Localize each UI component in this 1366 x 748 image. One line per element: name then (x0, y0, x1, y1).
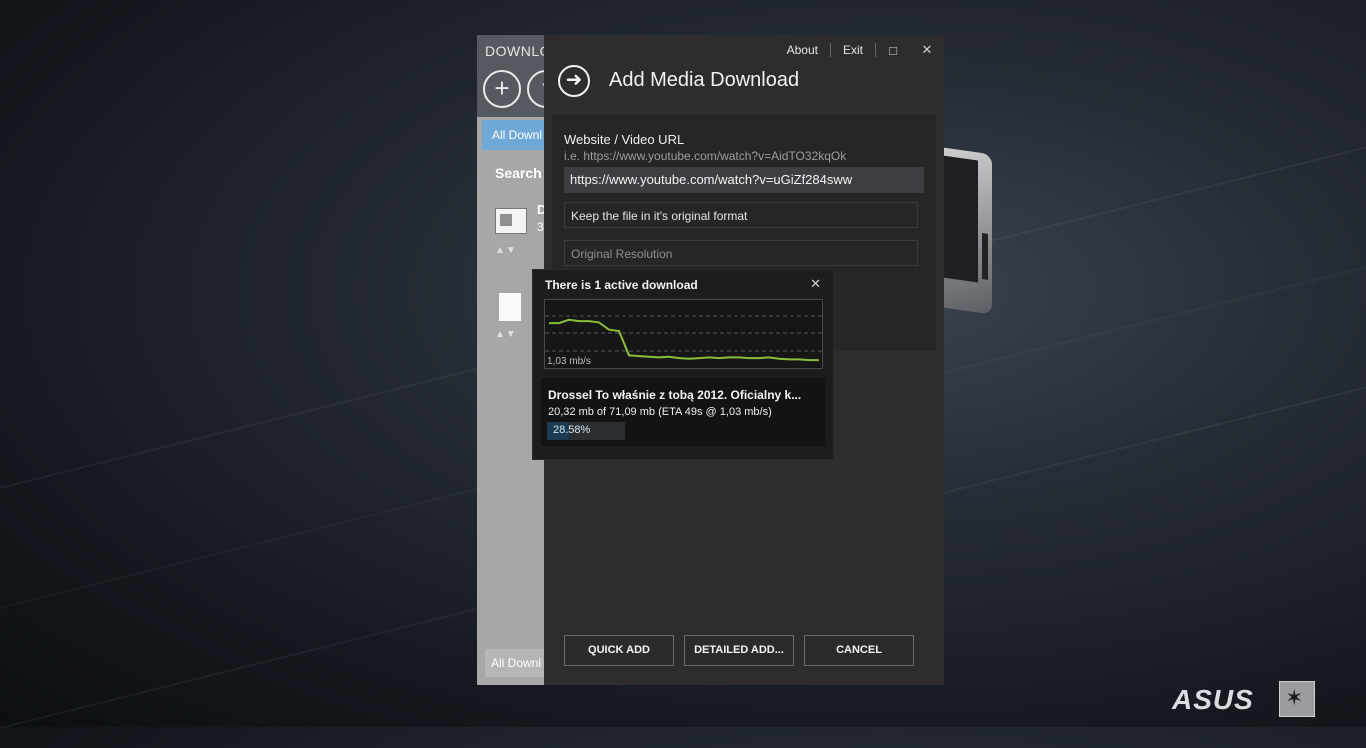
detailed-add-button[interactable]: DETAILED ADD... (684, 635, 794, 666)
download-item[interactable]: Drossel To właśnie z tobą 2012. Oficialn… (541, 378, 825, 446)
format-select[interactable]: Keep the file in it's original format (564, 202, 918, 228)
download-name: Drossel To właśnie z tobą 2012. Oficialn… (548, 388, 802, 402)
speed-label: 1,03 mb/s (547, 356, 591, 367)
sort-arrows-icon[interactable]: ▲▼ (495, 329, 517, 340)
search-label: Search I (495, 165, 550, 181)
speed-graph: 1,03 mb/s (544, 299, 823, 369)
asus-badge-icon (1279, 681, 1315, 717)
cancel-button[interactable]: CANCEL (804, 635, 914, 666)
add-icon[interactable]: + (483, 70, 521, 108)
url-label: Website / Video URL (564, 132, 685, 147)
quick-add-button[interactable]: QUICK ADD (564, 635, 674, 666)
about-link[interactable]: About (775, 43, 831, 57)
file-icon (499, 293, 521, 321)
download-item-sub: 3 (537, 220, 544, 234)
speed-line (549, 318, 819, 362)
asus-logo: ASUS (1172, 684, 1254, 715)
url-hint: i.e. https://www.youtube.com/watch?v=Aid… (564, 149, 847, 163)
app-brand: DOWNLO (485, 43, 551, 59)
resolution-select[interactable]: Original Resolution (564, 240, 918, 266)
maximize-icon[interactable]: □ (876, 43, 910, 58)
progress-bar: 28.58% (547, 422, 625, 440)
close-icon[interactable]: ✕ (910, 42, 944, 58)
exit-link[interactable]: Exit (831, 43, 876, 57)
download-size: 20,32 mb of 71,09 mb (ETA 49s @ 1,03 mb/… (548, 406, 772, 418)
active-download-popup: There is 1 active download ✕ 1,03 mb/s D… (533, 270, 833, 459)
url-input[interactable]: https://www.youtube.com/watch?v=uGiZf284… (564, 167, 924, 193)
sort-arrows-icon[interactable]: ▲▼ (495, 245, 517, 256)
progress-text: 28.58% (553, 424, 591, 436)
popup-title: There is 1 active download (545, 278, 698, 292)
close-icon[interactable]: ✕ (810, 276, 821, 292)
dialog-title: Add Media Download (609, 69, 800, 91)
arrow-right-icon: ➜ (558, 65, 590, 97)
document-icon (495, 208, 527, 234)
window-topbar: About Exit □ ✕ (775, 35, 944, 65)
